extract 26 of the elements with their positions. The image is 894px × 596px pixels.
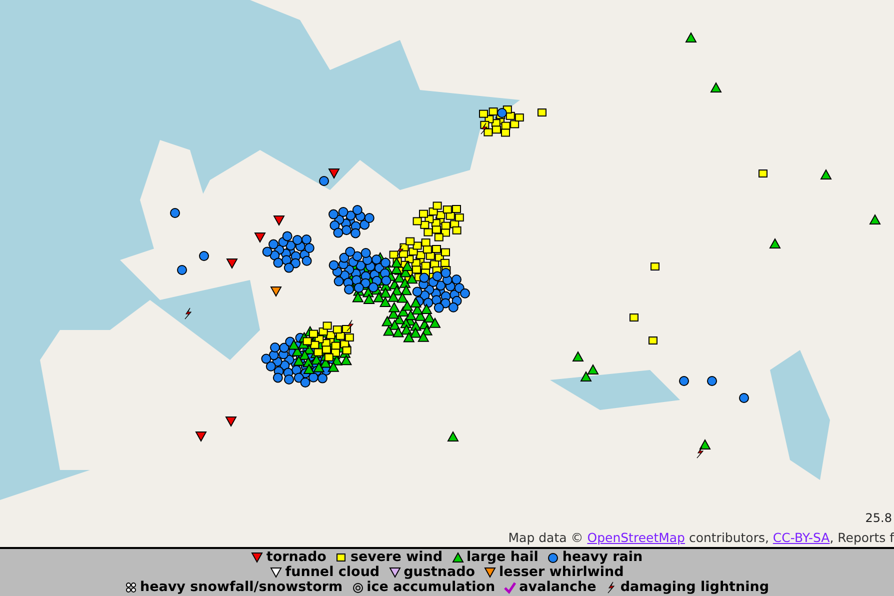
attribution-link[interactable]: CC-BY-SA: [772, 530, 830, 545]
legend-label: avalanche: [519, 580, 596, 595]
triangle-icon: [270, 566, 282, 579]
dots-icon: [124, 581, 137, 594]
triangle-icon: [388, 566, 401, 579]
legend-label: damaging lightning: [620, 580, 770, 595]
triangle-icon: [452, 551, 464, 564]
legend-label: large hail: [466, 550, 538, 565]
triangle-icon: [251, 551, 264, 564]
scale-reading: 25.8: [865, 511, 892, 525]
attribution-link[interactable]: OpenStreetMap: [587, 530, 685, 545]
legend-label: lesser whirlwind: [499, 565, 624, 580]
triangle-icon: [484, 566, 496, 579]
check-icon: [504, 581, 516, 594]
legend-label: heavy rain: [562, 550, 643, 565]
lightning-icon: [605, 581, 618, 594]
legend-label: ice accumulation: [366, 580, 496, 595]
legend-label: severe wind: [350, 550, 442, 565]
legend-label: tornado: [266, 550, 326, 565]
square-icon: [335, 551, 348, 564]
map-attribution: Map data © OpenStreetMap contributors, CC-BY-SA, Reports f: [508, 530, 894, 545]
circle-icon: [547, 551, 560, 564]
ring-icon: [352, 581, 364, 594]
legend-label: funnel cloud: [285, 565, 380, 580]
legend-label: heavy snowfall/snowstorm: [140, 580, 343, 595]
legend-label: gustnado: [404, 565, 476, 580]
